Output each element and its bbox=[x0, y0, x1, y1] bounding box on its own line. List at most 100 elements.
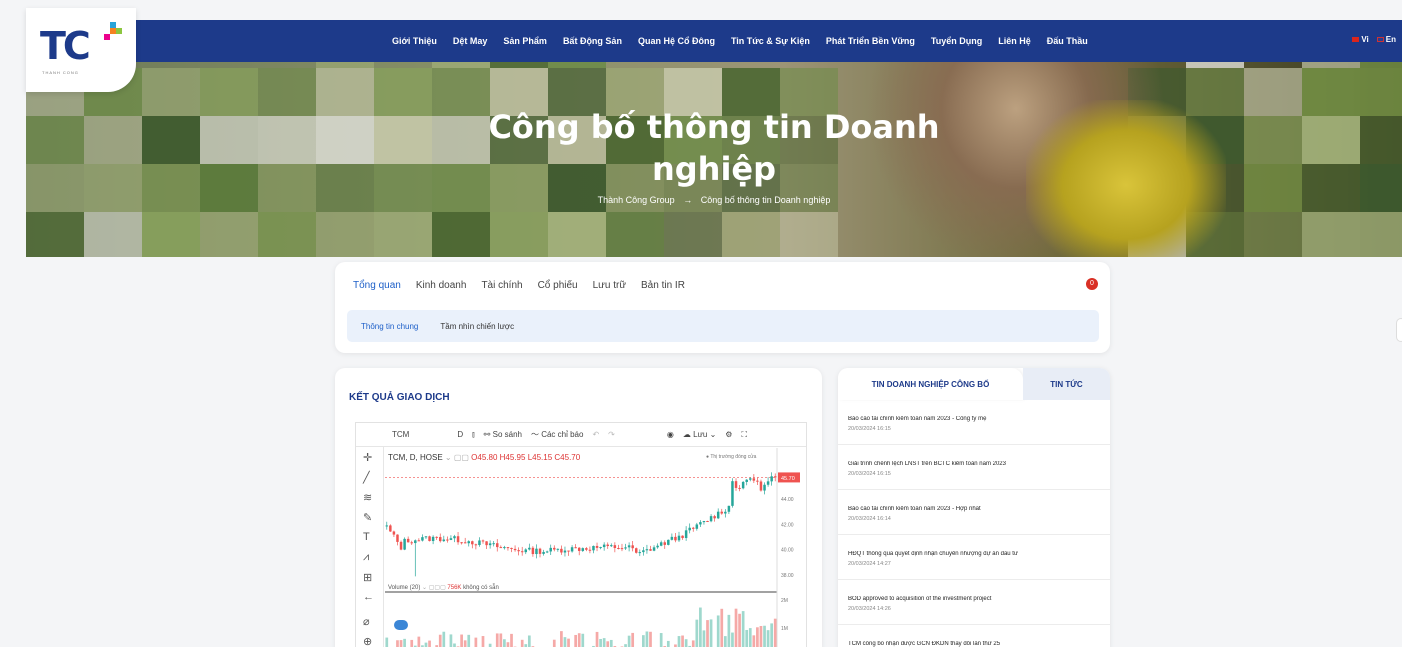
tab-ban-tin-ir[interactable]: Bản tin IR bbox=[641, 280, 685, 291]
site-logo[interactable]: TC THANH CONG bbox=[26, 8, 136, 92]
volume-bar bbox=[463, 640, 467, 647]
fullscreen-icon[interactable]: ⛶ bbox=[741, 430, 747, 440]
undo-icon[interactable]: ↶ bbox=[592, 430, 599, 439]
text-tool-icon[interactable]: T bbox=[363, 531, 370, 543]
nav-item-phat-trien-ben-vung[interactable]: Phát Triển Bền Vững bbox=[826, 36, 915, 46]
tab-luu-tru[interactable]: Lưu trữ bbox=[593, 280, 626, 291]
candle-body bbox=[642, 550, 645, 553]
brush-icon[interactable]: ✎ bbox=[363, 511, 372, 524]
volume-bar bbox=[699, 607, 702, 647]
candle-body bbox=[385, 525, 389, 527]
tab-tin-tuc[interactable]: TIN TỨC bbox=[1023, 368, 1110, 400]
news-item[interactable]: Báo cáo tài chính kiểm toán năm 2023 - H… bbox=[838, 490, 1110, 535]
volume-bar bbox=[702, 630, 706, 647]
price-axis-tick: 44.00 bbox=[781, 497, 794, 503]
volume-bar bbox=[595, 631, 599, 647]
nav-item-quan-he-co-dong[interactable]: Quan Hệ Cổ Đông bbox=[638, 36, 715, 46]
candle-body bbox=[692, 527, 695, 529]
subtab-tam-nhin-chien-luoc[interactable]: Tầm nhìn chiến lược bbox=[440, 322, 514, 331]
crosshair-icon[interactable]: ✛ bbox=[363, 451, 372, 464]
save-label: Lưu bbox=[693, 430, 708, 439]
candle-body bbox=[677, 535, 681, 541]
indicators-label: Các chỉ báo bbox=[541, 430, 584, 439]
drawing-toolbar: ✛ ╱ ≋ ✎ T ⩘ ⊞ ← ⌀ ⊕ bbox=[356, 447, 384, 647]
breadcrumb: Thành Công Group → Công bố thông tin Doa… bbox=[26, 195, 1402, 205]
lang-vi-button[interactable]: Vi bbox=[1352, 35, 1369, 44]
redo-icon[interactable]: ↷ bbox=[608, 430, 615, 439]
candle-body bbox=[738, 487, 741, 489]
volume-bar bbox=[677, 636, 681, 647]
candle-body bbox=[438, 537, 442, 542]
candle-body bbox=[431, 536, 435, 542]
back-arrow-icon[interactable]: ← bbox=[363, 591, 374, 603]
tab-kinh-doanh[interactable]: Kinh doanh bbox=[416, 280, 467, 291]
candle-body bbox=[563, 550, 567, 553]
pattern-icon[interactable]: ⩘ bbox=[363, 551, 369, 564]
candle-body bbox=[549, 547, 552, 552]
notification-badge[interactable]: 0 bbox=[1086, 278, 1098, 290]
volume-bar bbox=[627, 635, 631, 647]
candle-body bbox=[602, 544, 606, 548]
nav-item-lien-he[interactable]: Liên Hệ bbox=[998, 36, 1031, 46]
tab-tin-doanh-nghiep[interactable]: TIN DOANH NGHIỆP CÔNG BỐ bbox=[838, 368, 1023, 400]
candle-body bbox=[756, 480, 759, 482]
nav-item-tuyen-dung[interactable]: Tuyển Dụng bbox=[931, 36, 982, 46]
volume-bar bbox=[567, 638, 570, 647]
stock-chart-widget[interactable]: TCM D ⫾ ⚯ So sánh 〜 Các chỉ báo ↶ ↷ ◉ ☁ … bbox=[355, 422, 807, 647]
scroll-handle[interactable] bbox=[1396, 318, 1402, 342]
tab-tong-quan[interactable]: Tổng quan bbox=[353, 280, 401, 291]
nav-item-tin-tuc-su-kien[interactable]: Tin Tức & Sự Kiện bbox=[731, 36, 810, 46]
vietnam-flag-icon bbox=[1352, 37, 1360, 43]
candle-body bbox=[510, 547, 513, 549]
news-date: 20/03/2024 14:27 bbox=[848, 561, 891, 567]
nav-item-gioi-thieu[interactable]: Giới Thiệu bbox=[392, 36, 437, 46]
candle-body bbox=[606, 544, 609, 547]
interval-button[interactable]: D bbox=[457, 430, 463, 439]
settings-gear-icon[interactable]: ⚙ bbox=[725, 430, 732, 439]
price-axis-tick: 40.00 bbox=[781, 548, 794, 554]
nav-item-san-pham[interactable]: Sản Phẩm bbox=[503, 36, 547, 46]
news-item[interactable]: BOD approved to acquisition of the inves… bbox=[838, 580, 1110, 625]
candle-body bbox=[599, 547, 602, 549]
indicators-button[interactable]: 〜 Các chỉ báo bbox=[531, 429, 583, 440]
news-item[interactable]: Giải trình chênh lệch LNST trên BCTC kiể… bbox=[838, 445, 1110, 490]
volume-bar bbox=[460, 634, 463, 647]
candle-body bbox=[406, 538, 410, 543]
camera-icon[interactable]: ◉ bbox=[667, 430, 674, 439]
breadcrumb-home-link[interactable]: Thành Công Group bbox=[598, 195, 675, 205]
volume-bar bbox=[417, 636, 421, 647]
bar-style-icon[interactable]: ⫾ bbox=[472, 430, 475, 440]
volume-bar bbox=[773, 618, 777, 647]
last-price-label: 45.70 bbox=[781, 476, 795, 482]
nav-item-det-may[interactable]: Dệt May bbox=[453, 36, 488, 46]
price-axis-tick: 42.00 bbox=[781, 522, 794, 528]
volume-bar bbox=[410, 639, 414, 647]
nav-item-dau-thau[interactable]: Đấu Thầu bbox=[1047, 36, 1088, 46]
save-button[interactable]: ☁ Lưu ⌄ bbox=[683, 430, 716, 439]
tab-co-phieu[interactable]: Cổ phiếu bbox=[538, 280, 578, 291]
candle-body bbox=[556, 548, 560, 550]
fib-icon[interactable]: ≋ bbox=[363, 491, 372, 504]
ruler-icon[interactable]: ⌀ bbox=[363, 615, 370, 628]
news-item[interactable]: HĐQT thông qua quyết định nhận chuyển nh… bbox=[838, 535, 1110, 580]
zoom-icon[interactable]: ⊕ bbox=[363, 635, 372, 647]
subtab-thong-tin-chung[interactable]: Thông tin chung bbox=[361, 322, 418, 331]
nav-item-bat-dong-san[interactable]: Bất Động Sản bbox=[563, 36, 622, 46]
candle-body bbox=[460, 542, 463, 544]
news-date: 20/03/2024 16:15 bbox=[848, 471, 891, 477]
candle-body bbox=[503, 547, 506, 549]
news-item[interactable]: TCM công bố nhận được GCN ĐKDN thay đổi … bbox=[838, 625, 1110, 647]
candle-body bbox=[481, 540, 485, 542]
symbol-search-button[interactable]: TCM bbox=[392, 430, 409, 439]
price-axis-tick: 38.00 bbox=[781, 573, 794, 579]
volume-menu-icon: ⌄ ▢▢▢ bbox=[422, 585, 448, 591]
volume-bar bbox=[666, 640, 670, 647]
measure-icon[interactable]: ⊞ bbox=[363, 571, 372, 584]
top-navigation: Giới Thiệu Dệt May Sản Phẩm Bất Động Sản… bbox=[26, 20, 1402, 62]
trendline-icon[interactable]: ╱ bbox=[363, 471, 370, 484]
candle-body bbox=[766, 481, 770, 485]
lang-en-button[interactable]: En bbox=[1376, 35, 1396, 44]
news-item[interactable]: Báo cáo tài chính kiểm toán năm 2023 - C… bbox=[838, 400, 1110, 445]
compare-button[interactable]: ⚯ So sánh bbox=[484, 430, 522, 439]
tab-tai-chinh[interactable]: Tài chính bbox=[481, 280, 522, 291]
